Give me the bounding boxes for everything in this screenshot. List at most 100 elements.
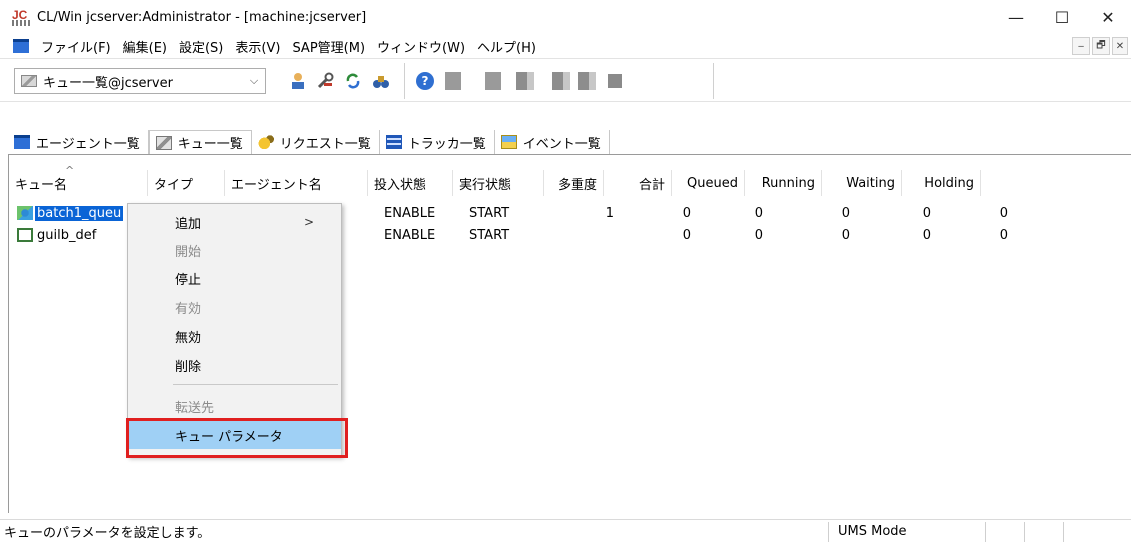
event-icon [500, 135, 517, 149]
menu-item-label: 削除 [175, 359, 202, 375]
menu-item-add[interactable]: 追加 > [128, 208, 341, 236]
queue-icon [155, 135, 172, 150]
column-label: Holding [924, 175, 974, 191]
queued: 0 [754, 227, 763, 243]
status-bar: キューのパラメータを設定します。 UMS Mode [0, 519, 1131, 542]
mdi-restore-button[interactable]: 🗗 [1092, 37, 1110, 55]
tab-label: エージェント一覧 [36, 136, 140, 152]
column-queued[interactable]: Queued [672, 170, 745, 196]
waiting: 0 [922, 227, 931, 243]
annotation-highlight-box [126, 418, 348, 458]
menu-sap[interactable]: SAP管理(M) [286, 37, 371, 56]
wrench-icon[interactable] [314, 70, 336, 92]
tab-agents[interactable]: エージェント一覧 [0, 130, 149, 154]
column-run-state[interactable]: 実行状態 [453, 170, 544, 196]
request-icon [257, 135, 274, 149]
queued: 0 [754, 205, 763, 221]
menu-item-stop[interactable]: 停止 [128, 264, 341, 292]
column-waiting[interactable]: Waiting [822, 170, 902, 196]
menu-help[interactable]: ヘルプ(H) [471, 37, 542, 56]
tab-queues[interactable]: キュー一覧 [148, 130, 252, 154]
column-label: 多重度 [557, 177, 597, 193]
title-bar: JC CL/Win jcserver:Administrator - [mach… [0, 0, 1131, 34]
menu-view[interactable]: 表示(V) [229, 37, 286, 56]
document-icon [13, 39, 29, 53]
view-tabs: エージェント一覧 キュー一覧 リクエスト一覧 トラッカ一覧 イベント一覧 [0, 130, 1131, 154]
submit-state: ENABLE [384, 205, 436, 221]
status-divider [1063, 522, 1064, 542]
menu-separator [173, 384, 338, 385]
submit-state: ENABLE [384, 227, 436, 243]
menu-file[interactable]: ファイル(F) [35, 37, 117, 56]
queue-icon [17, 206, 33, 220]
request-icon[interactable] [550, 70, 572, 92]
multiplicity: 1 [605, 205, 614, 221]
run-state: START [469, 205, 510, 221]
menu-item-label: 開始 [175, 244, 202, 260]
app-icon: JC [12, 8, 30, 26]
person-icon[interactable] [287, 70, 309, 92]
tab-requests[interactable]: リクエスト一覧 [252, 130, 380, 154]
column-type[interactable]: タイプ [148, 170, 225, 196]
column-running[interactable]: Running [745, 170, 822, 196]
refresh-icon[interactable] [342, 70, 364, 92]
status-divider [828, 522, 829, 542]
job-icon[interactable] [514, 70, 536, 92]
job-icon[interactable] [482, 70, 504, 92]
column-label: Queued [687, 175, 738, 191]
column-total[interactable]: 合計 [604, 170, 672, 196]
sort-ascending-icon: ^ [65, 164, 75, 177]
tab-label: トラッカ一覧 [407, 136, 486, 152]
chevron-down-icon[interactable]: ⌵ [243, 74, 265, 88]
agent-icon [14, 135, 30, 149]
job-icon[interactable] [442, 70, 464, 92]
column-agent-name[interactable]: エージェント名 [225, 170, 368, 196]
column-multiplicity[interactable]: 多重度 [544, 170, 604, 196]
column-submit-state[interactable]: 投入状態 [368, 170, 453, 196]
running: 0 [841, 205, 850, 221]
run-state: START [469, 227, 510, 243]
menu-item-delete[interactable]: 削除 [128, 351, 341, 379]
holding: 0 [999, 227, 1008, 243]
menu-item-disable[interactable]: 無効 [128, 322, 341, 350]
column-label: エージェント名 [231, 177, 322, 193]
column-label: 投入状態 [374, 177, 427, 193]
mdi-minimize-button[interactable]: ‒ [1072, 37, 1090, 55]
menu-item-forward[interactable]: 転送先 [128, 392, 341, 420]
running: 0 [841, 227, 850, 243]
menu-item-label: 転送先 [175, 400, 215, 416]
view-select[interactable]: キュー一覧@jcserver ⌵ [14, 68, 266, 94]
help-icon[interactable]: ? [414, 70, 436, 92]
close-button[interactable]: ✕ [1085, 0, 1131, 34]
menu-item-label: 無効 [175, 330, 202, 346]
queue-icon [17, 228, 33, 242]
minimize-button[interactable]: — [993, 0, 1039, 34]
column-label: 実行状態 [459, 177, 512, 193]
table-header: キュー名 ^ タイプ エージェント名 投入状態 実行状態 多重度 合計 Queu… [9, 164, 981, 196]
tab-events[interactable]: イベント一覧 [495, 130, 610, 154]
column-holding[interactable]: Holding [902, 170, 981, 196]
status-message: キューのパラメータを設定します。 [4, 525, 211, 541]
menu-edit[interactable]: 編集(E) [117, 37, 173, 56]
tab-trackers[interactable]: トラッカ一覧 [380, 130, 495, 154]
holding: 0 [999, 205, 1008, 221]
menu-settings[interactable]: 設定(S) [173, 37, 229, 56]
binoculars-icon[interactable] [370, 70, 392, 92]
tracker-icon[interactable] [576, 70, 598, 92]
stop-icon[interactable] [604, 70, 626, 92]
toolbar-separator [404, 63, 405, 99]
column-label: 合計 [638, 177, 665, 193]
toolbar: キュー一覧@jcserver ⌵ ? [0, 58, 1131, 102]
menu-item-start[interactable]: 開始 [128, 236, 341, 264]
waiting: 0 [922, 205, 931, 221]
toolbar-separator [713, 63, 714, 99]
menu-window[interactable]: ウィンドウ(W) [371, 37, 471, 56]
mdi-close-button[interactable]: ✕ [1112, 37, 1128, 55]
window-title: CL/Win jcserver:Administrator - [machine… [37, 9, 367, 25]
menu-item-enable[interactable]: 有効 [128, 293, 341, 321]
maximize-button[interactable]: ☐ [1039, 0, 1085, 34]
menu-item-label: 追加 [175, 216, 202, 232]
column-queue-name[interactable]: キュー名 ^ [9, 164, 148, 196]
total: 0 [682, 205, 691, 221]
column-label: キュー名 [15, 177, 68, 193]
